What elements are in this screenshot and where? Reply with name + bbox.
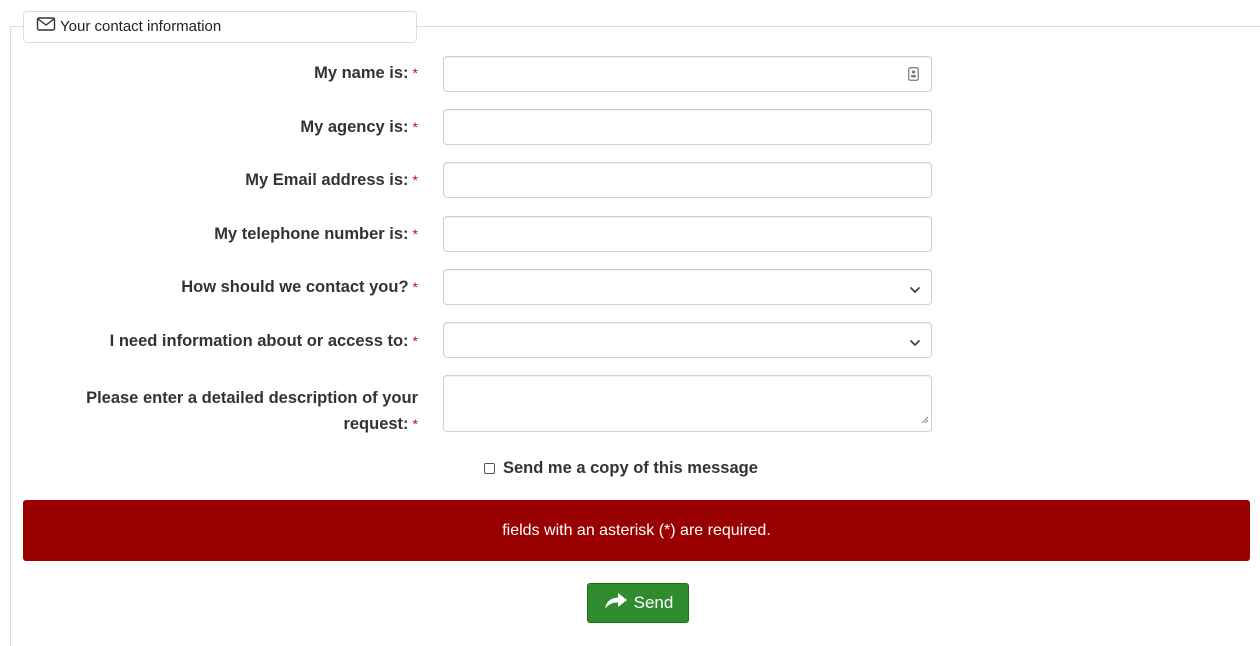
info-topic-label: I need information about or access to: * xyxy=(109,332,418,350)
send-button[interactable]: Send xyxy=(587,583,689,623)
required-fields-alert: fields with an asterisk (*) are required… xyxy=(23,500,1250,561)
agency-field[interactable] xyxy=(443,109,932,145)
agency-label: My agency is: * xyxy=(300,118,418,136)
envelope-icon xyxy=(36,16,60,36)
name-label: My name is: * xyxy=(314,64,418,82)
copy-checkbox[interactable] xyxy=(484,463,495,474)
description-label: Please enter a detailed description of y… xyxy=(86,389,418,433)
telephone-label: My telephone number is: * xyxy=(214,225,418,243)
telephone-field[interactable] xyxy=(443,216,932,252)
alert-text: fields with an asterisk (*) are required… xyxy=(502,521,771,539)
copy-checkbox-label[interactable]: Send me a copy of this message xyxy=(503,459,758,478)
info-topic-select[interactable] xyxy=(443,322,932,358)
send-button-label: Send xyxy=(633,593,674,612)
autofill-contact-icon[interactable] xyxy=(908,67,919,86)
contact-method-select[interactable] xyxy=(443,269,932,305)
fieldset-legend: Your contact information xyxy=(23,11,417,43)
email-label: My Email address is: * xyxy=(245,171,418,189)
chevron-down-icon xyxy=(909,282,921,300)
share-arrow-icon xyxy=(603,591,634,616)
legend-title: Your contact information xyxy=(60,17,222,35)
email-field[interactable] xyxy=(443,162,932,198)
description-textarea[interactable] xyxy=(443,375,932,432)
contact-method-label: How should we contact you? * xyxy=(181,278,418,296)
chevron-down-icon xyxy=(909,335,921,353)
name-field[interactable] xyxy=(443,56,932,92)
resize-grip-icon[interactable] xyxy=(920,411,929,429)
copy-checkbox-row[interactable]: Send me a copy of this message xyxy=(484,459,758,478)
